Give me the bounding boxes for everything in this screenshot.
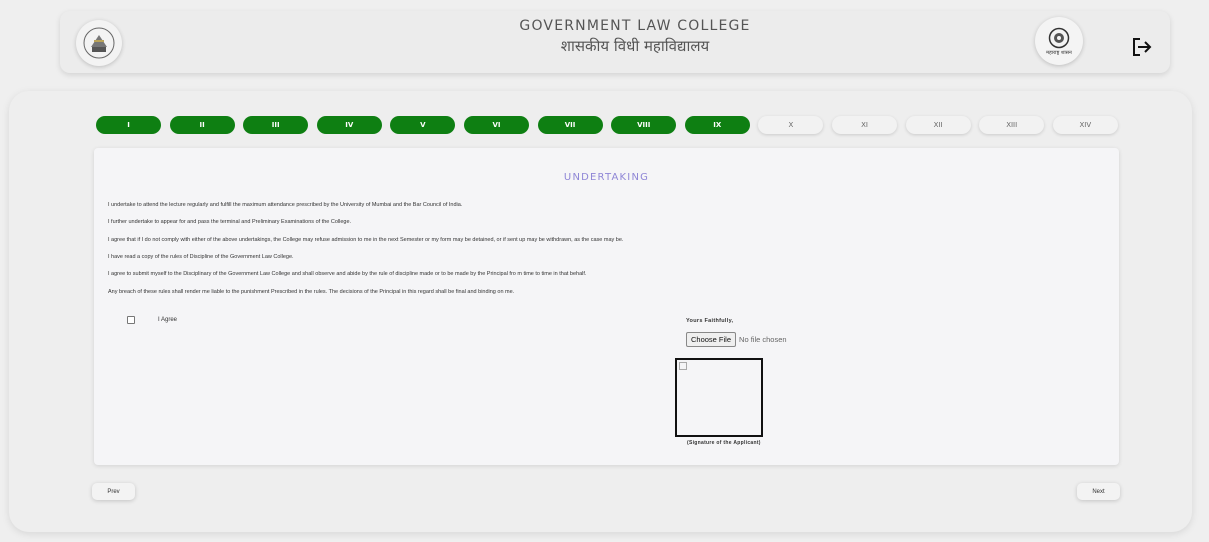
step-14[interactable]: XIV [1052,116,1118,134]
step-5[interactable]: V [390,116,456,134]
undertaking-title: UNDERTAKING [563,172,650,183]
step-3[interactable]: III [243,116,309,134]
step-13[interactable]: XIII [979,116,1045,134]
choose-file-button[interactable]: Choose File [686,332,737,347]
undertaking-paragraph-2: I further undertake to appear for and pa… [108,219,352,225]
agree-label: I Agree [158,317,178,323]
undertaking-paragraph-5: I agree to submit myself to the Discipli… [108,271,587,277]
undertaking-panel: UNDERTAKING I undertake to attend the le… [94,148,1119,465]
yours-faithfully-text: Yours Faithfully, [686,318,734,324]
broken-image-icon [679,362,687,370]
undertaking-paragraph-3: I agree that if I do not comply with eit… [108,237,624,243]
file-status-text: No file chosen [739,335,787,344]
step-4[interactable]: IV [316,116,382,134]
government-seal-icon [1048,27,1070,48]
signature-caption: (Signature of the Applicant) [687,440,761,446]
app-header: GOVERNMENT LAW COLLEGE शासकीय विधी महावि… [60,11,1170,73]
government-seal-text: महाराष्ट्र शासन [1046,49,1072,56]
agree-checkbox[interactable] [127,316,135,324]
logout-button[interactable] [1131,36,1153,58]
step-8[interactable]: VIII [611,116,677,134]
step-11[interactable]: XI [832,116,897,134]
prev-button[interactable]: Prev [92,483,135,500]
step-7[interactable]: VII [537,116,603,134]
next-button[interactable]: Next [1077,483,1120,500]
step-1[interactable]: I [96,116,161,134]
undertaking-paragraph-4: I have read a copy of the rules of Disci… [108,254,294,260]
signature-preview [675,358,763,437]
step-6[interactable]: VI [464,116,529,134]
step-2[interactable]: II [169,116,235,134]
step-9[interactable]: IX [684,116,750,134]
undertaking-paragraph-1: I undertake to attend the lecture regula… [108,202,463,208]
signature-file-input: Choose File No file chosen [686,332,787,347]
agree-row: I Agree [127,316,177,324]
step-10[interactable]: X [758,116,824,134]
government-seal-logo: महाराष्ट्र शासन [1035,17,1083,65]
step-12[interactable]: XII [905,116,971,134]
undertaking-paragraph-6: Any breach of these rules shall render m… [108,289,515,295]
logout-icon [1133,38,1152,56]
